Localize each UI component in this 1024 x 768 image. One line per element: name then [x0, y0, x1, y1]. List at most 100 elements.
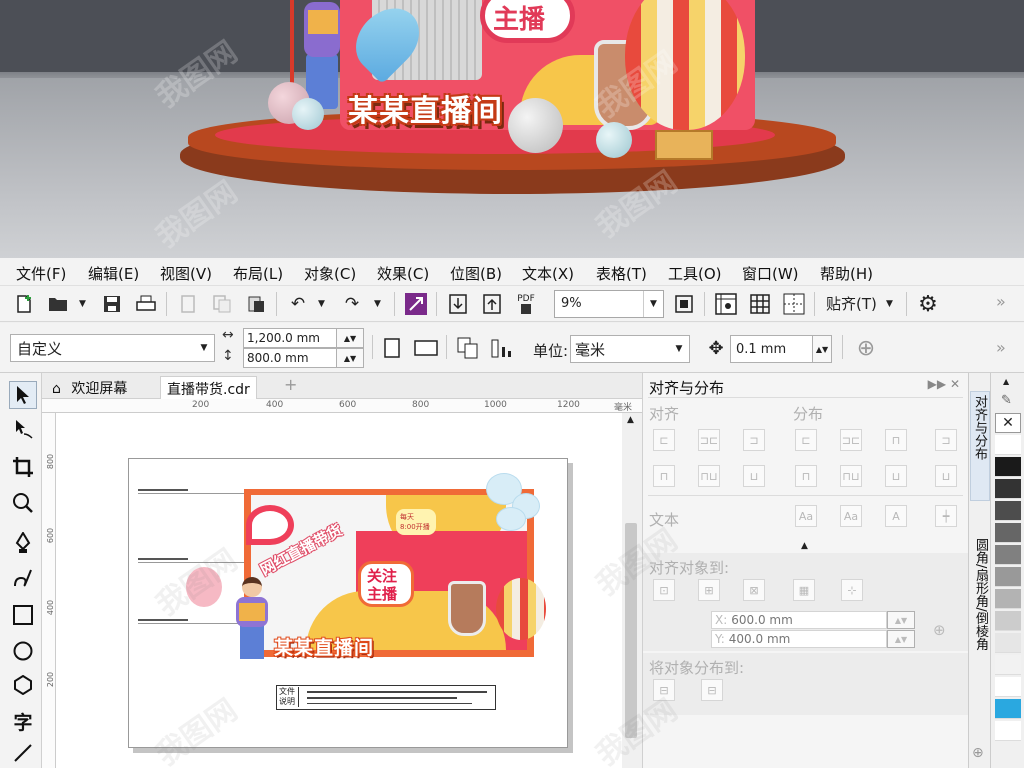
- align-x-field[interactable]: X: 600.0 mm: [711, 611, 887, 629]
- menu-bitmaps[interactable]: 位图(B): [450, 263, 502, 284]
- eyedropper-icon[interactable]: ✎: [1001, 393, 1012, 408]
- page-width-spinner[interactable]: ▲▼: [336, 328, 364, 348]
- paste-icon[interactable]: [244, 292, 268, 316]
- page-size-preset-select[interactable]: 自定义 ▼: [10, 334, 215, 362]
- chevron-down-icon[interactable]: ▼: [374, 299, 381, 309]
- copy-icon[interactable]: [210, 292, 234, 316]
- distribute-left-icon[interactable]: ⊏: [795, 429, 817, 451]
- show-grid-icon[interactable]: [748, 292, 772, 316]
- nudge-distance-field[interactable]: 0.1 mm: [730, 335, 816, 363]
- shape-tool-icon[interactable]: [9, 415, 37, 443]
- pick-tool-icon[interactable]: [9, 381, 37, 409]
- align-center-vertical-icon[interactable]: ⊓⊔: [698, 465, 720, 487]
- chevron-down-icon[interactable]: ▼: [886, 299, 893, 309]
- distribute-to-selection-icon[interactable]: ⊟: [653, 679, 675, 701]
- crop-tool-icon[interactable]: [9, 453, 37, 481]
- add-tab-icon[interactable]: +: [278, 373, 303, 396]
- page-width-field[interactable]: 1,200.0 mm: [243, 328, 337, 348]
- ellipse-tool-icon[interactable]: [9, 637, 37, 665]
- distribute-vertical-spacing-icon[interactable]: ⊔: [885, 465, 907, 487]
- distribute-to-page-icon[interactable]: ⊟: [701, 679, 723, 701]
- tab-welcome-screen[interactable]: ⌂ 欢迎屏幕: [46, 376, 133, 399]
- color-swatch[interactable]: [995, 699, 1021, 719]
- property-bar-overflow-icon[interactable]: »: [996, 338, 1006, 357]
- color-swatch[interactable]: [995, 677, 1021, 697]
- chevron-down-icon[interactable]: ▼: [194, 335, 214, 361]
- chevron-down-icon[interactable]: ▼: [79, 299, 86, 309]
- page-height-spinner[interactable]: ▲▼: [336, 348, 364, 368]
- menu-file[interactable]: 文件(F): [16, 263, 66, 284]
- color-swatch[interactable]: [995, 479, 1021, 499]
- undo-icon[interactable]: ↶: [286, 292, 310, 316]
- align-right-icon[interactable]: ⊐: [743, 429, 765, 451]
- cut-icon[interactable]: [176, 292, 200, 316]
- distribute-top-icon[interactable]: ⊓: [795, 465, 817, 487]
- vertical-scrollbar[interactable]: ▲: [622, 413, 640, 768]
- add-icon[interactable]: ⊕: [854, 336, 878, 361]
- print-icon[interactable]: [134, 292, 158, 316]
- align-to-page-edge-icon[interactable]: ⊞: [698, 579, 720, 601]
- distribute-right-icon[interactable]: ⊐: [935, 429, 957, 451]
- snap-to-menu[interactable]: 贴齐(T): [826, 293, 877, 314]
- add-docker-icon[interactable]: ⊕: [972, 745, 984, 761]
- align-bottom-icon[interactable]: ⊔: [743, 465, 765, 487]
- color-swatch[interactable]: [995, 611, 1021, 631]
- menu-table[interactable]: 表格(T): [596, 263, 647, 284]
- scrollbar-thumb[interactable]: [625, 523, 637, 738]
- align-y-field[interactable]: Y: 400.0 mm: [711, 630, 887, 648]
- distribute-bottom-icon[interactable]: ⊔: [935, 465, 957, 487]
- target-point-icon[interactable]: ⊕: [933, 621, 946, 639]
- text-first-line-baseline-icon[interactable]: Aa: [795, 505, 817, 527]
- portrait-orientation-icon[interactable]: [380, 336, 404, 360]
- no-color-swatch[interactable]: ✕: [995, 413, 1021, 433]
- line-tool-icon[interactable]: [9, 739, 37, 767]
- docker-window-controls[interactable]: ▶▶ ✕: [928, 377, 960, 391]
- chevron-down-icon[interactable]: ▼: [669, 336, 689, 362]
- menu-view[interactable]: 视图(V): [160, 263, 212, 284]
- distribute-center-icon[interactable]: ⊐⊏: [840, 429, 862, 451]
- menu-effects[interactable]: 效果(C): [377, 263, 429, 284]
- zoom-level-select[interactable]: 9% ▼: [554, 290, 664, 318]
- open-folder-icon[interactable]: [46, 292, 70, 316]
- color-swatch[interactable]: [995, 655, 1021, 675]
- collapse-arrow-icon[interactable]: ▲: [801, 541, 808, 551]
- color-swatch[interactable]: [995, 567, 1021, 587]
- full-screen-icon[interactable]: [672, 292, 696, 316]
- text-last-line-baseline-icon[interactable]: Aa: [840, 505, 862, 527]
- options-gear-icon[interactable]: ⚙: [916, 292, 940, 317]
- pen-tool-icon[interactable]: [9, 529, 37, 557]
- redo-icon[interactable]: ↷: [340, 292, 364, 316]
- import-icon[interactable]: [446, 292, 470, 316]
- toolbar-overflow-icon[interactable]: »: [996, 292, 1006, 311]
- menu-tools[interactable]: 工具(O): [668, 263, 722, 284]
- color-swatch[interactable]: [995, 501, 1021, 521]
- align-to-grid-icon[interactable]: ▦: [793, 579, 815, 601]
- freehand-tool-icon[interactable]: [9, 565, 37, 593]
- current-page-icon[interactable]: [490, 336, 514, 360]
- spec-legend-box[interactable]: 文件 说明: [276, 685, 496, 710]
- align-to-active-object-icon[interactable]: ⊡: [653, 579, 675, 601]
- color-swatch[interactable]: [995, 523, 1021, 543]
- align-x-spinner[interactable]: ▲▼: [887, 611, 915, 629]
- color-swatch[interactable]: [995, 545, 1021, 565]
- live-room-artwork[interactable]: 网红直播带货 每天 8:00开播 关注 主播 某某直播间: [186, 473, 546, 659]
- text-tool-icon[interactable]: 字: [9, 707, 37, 735]
- landscape-orientation-icon[interactable]: [414, 336, 438, 360]
- export-icon[interactable]: [480, 292, 504, 316]
- align-to-point-icon[interactable]: ⊹: [841, 579, 863, 601]
- distribute-spacing-icon[interactable]: ⊓: [885, 429, 907, 451]
- all-pages-icon[interactable]: [456, 336, 480, 360]
- show-rulers-icon[interactable]: [714, 292, 738, 316]
- chevron-down-icon[interactable]: ▼: [318, 299, 325, 309]
- page-height-field[interactable]: 800.0 mm: [243, 348, 337, 368]
- align-y-spinner[interactable]: ▲▼: [887, 630, 915, 648]
- side-tab-fillet[interactable]: 圆角/扇形角/倒棱角: [970, 535, 990, 725]
- nudge-spinner[interactable]: ▲▼: [812, 335, 832, 363]
- menu-text[interactable]: 文本(X): [522, 263, 574, 284]
- scroll-up-icon[interactable]: ▲: [627, 415, 634, 425]
- polygon-tool-icon[interactable]: [9, 671, 37, 699]
- new-document-icon[interactable]: [12, 292, 36, 316]
- menu-layout[interactable]: 布局(L): [233, 263, 283, 284]
- distribute-middle-icon[interactable]: ⊓⊔: [840, 465, 862, 487]
- menu-window[interactable]: 窗口(W): [742, 263, 799, 284]
